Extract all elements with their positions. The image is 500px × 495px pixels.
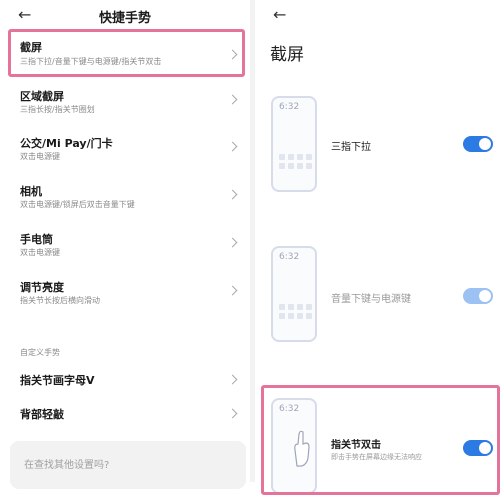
- setting-item-camera[interactable]: 相机 双击电源键/锁屏后双击音量下键: [0, 180, 250, 220]
- back-arrow-icon[interactable]: ←: [273, 7, 286, 23]
- setting-item-title: 手电筒: [20, 233, 53, 246]
- setting-item-flashlight[interactable]: 手电筒 双击电源键: [0, 228, 250, 268]
- setting-item-brightness[interactable]: 调节亮度 指关节长按后横向滑动: [0, 276, 250, 316]
- option-label: 三指下拉: [331, 142, 371, 153]
- highlight-frame: [8, 29, 245, 77]
- setting-item-subtitle: 指关节长按后横向滑动: [20, 296, 100, 305]
- highlight-frame: [261, 385, 500, 495]
- setting-item-subtitle: 双击电源键/锁屏后双击音量下键: [20, 200, 135, 209]
- chevron-right-icon: [227, 285, 238, 296]
- gesture-settings-panel: ← 快捷手势 截屏 三指下拉/音量下键与电源键/指关节双击 区域截屏 三指长按/…: [0, 0, 250, 489]
- setting-item-title: 调节亮度: [20, 281, 64, 294]
- volume-power-toggle[interactable]: [463, 288, 493, 304]
- option-label: 音量下键与电源键: [331, 294, 411, 305]
- section-label-custom-gestures: 自定义手势: [20, 348, 60, 357]
- setting-item-title: 背部轻敲: [20, 408, 64, 421]
- chevron-right-icon: [227, 408, 238, 419]
- chevron-right-icon: [227, 374, 238, 385]
- phone-preview-volume-power: 6:32: [271, 246, 317, 342]
- setting-item-knuckle-v[interactable]: 指关节画字母V: [0, 368, 250, 396]
- chevron-right-icon: [227, 189, 238, 200]
- setting-item-back-tap[interactable]: 背部轻敲: [0, 402, 250, 430]
- three-finger-toggle[interactable]: [463, 136, 493, 152]
- setting-item-region-screenshot[interactable]: 区域截屏 三指长按/指关节圈划: [0, 85, 250, 125]
- setting-item-title: 指关节画字母V: [20, 374, 95, 387]
- chevron-right-icon: [227, 141, 238, 152]
- setting-item-transit-card[interactable]: 公交/Mi Pay/门卡 双击电源键: [0, 132, 250, 172]
- setting-item-title: 区域截屏: [20, 90, 64, 103]
- search-placeholder: 在查找其他设置吗?: [24, 460, 110, 471]
- preview-time: 6:32: [279, 102, 300, 112]
- page-title: 快捷手势: [98, 11, 151, 26]
- setting-item-title: 相机: [20, 185, 42, 198]
- setting-item-subtitle: 双击电源键: [20, 152, 60, 161]
- app-grid: [279, 304, 313, 319]
- screenshot-settings-panel: ← 截屏 6:32 三指下拉 6:32 音量下键与电源键 6:32 指关节双击 …: [255, 0, 500, 495]
- page-title: 截屏: [270, 45, 304, 65]
- preview-time: 6:32: [279, 252, 300, 262]
- chevron-right-icon: [227, 237, 238, 248]
- app-grid: [279, 154, 313, 169]
- setting-item-subtitle: 双击电源键: [20, 248, 60, 257]
- phone-preview-three-finger: 6:32: [271, 96, 317, 192]
- setting-item-subtitle: 三指长按/指关节圈划: [20, 105, 95, 114]
- setting-item-title: 公交/Mi Pay/门卡: [20, 137, 113, 150]
- chevron-right-icon: [227, 94, 238, 105]
